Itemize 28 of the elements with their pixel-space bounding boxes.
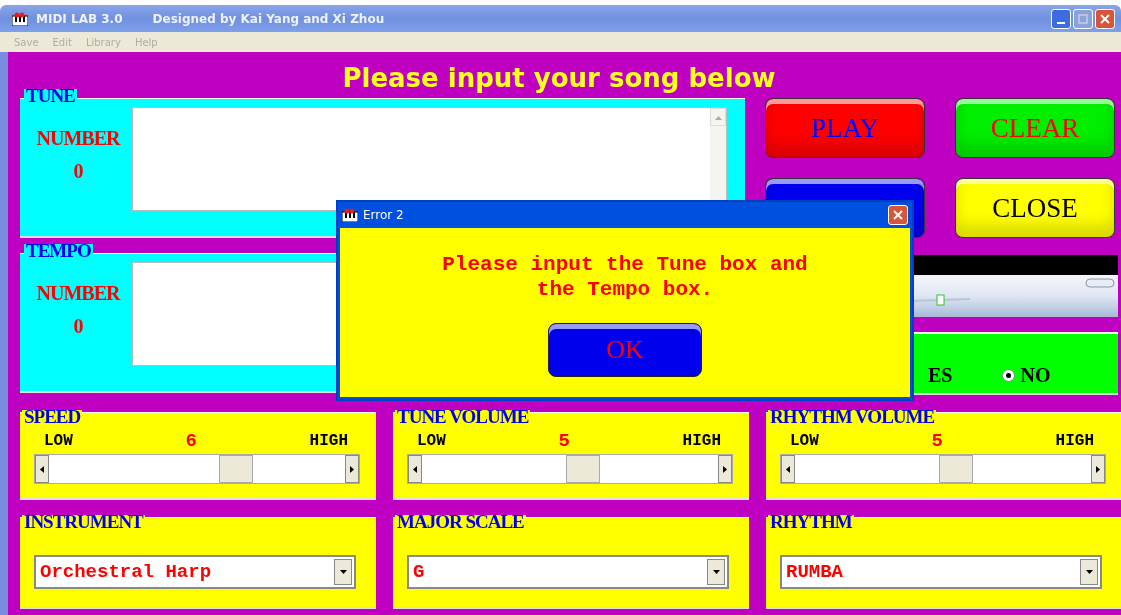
count-label: NUMBER [36, 282, 120, 305]
low-label: LOW [44, 432, 73, 450]
count-value: 0 [73, 160, 83, 183]
heading: Please input your song below [342, 62, 776, 95]
option-label: NO [1020, 364, 1051, 387]
slider-value: 6 [185, 430, 197, 452]
panel-title: INSTRUMENT [22, 515, 145, 529]
count-label: NUMBER [36, 127, 120, 150]
panel-title: TUNE [24, 89, 77, 103]
panel-title: RHYTHM [768, 515, 854, 529]
panel-title: TEMPO [24, 244, 93, 258]
option-label: ES [928, 364, 953, 387]
window-title: MIDI LAB 3.0 [36, 11, 123, 26]
slider-value: 5 [558, 430, 570, 452]
panel-title: TUNE VOLUME [395, 410, 531, 424]
window-subtitle: Designed by Kai Yang and Xi Zhou [152, 11, 385, 26]
dialog-title: Error 2 [363, 208, 404, 222]
panel-title: RHYTHM VOLUME [768, 410, 937, 424]
high-label: HIGH [1055, 432, 1094, 450]
high-label: HIGH [682, 432, 721, 450]
low-label: LOW [417, 432, 446, 450]
error-message: Please input the Tune box and the Tempo box. [441, 252, 809, 302]
high-label: HIGH [309, 432, 348, 450]
slider-value: 5 [931, 430, 943, 452]
panel-title: MAJOR SCALE [395, 515, 526, 529]
count-value: 0 [73, 315, 83, 338]
panel-title: SPEED [22, 410, 83, 424]
low-label: LOW [790, 432, 819, 450]
